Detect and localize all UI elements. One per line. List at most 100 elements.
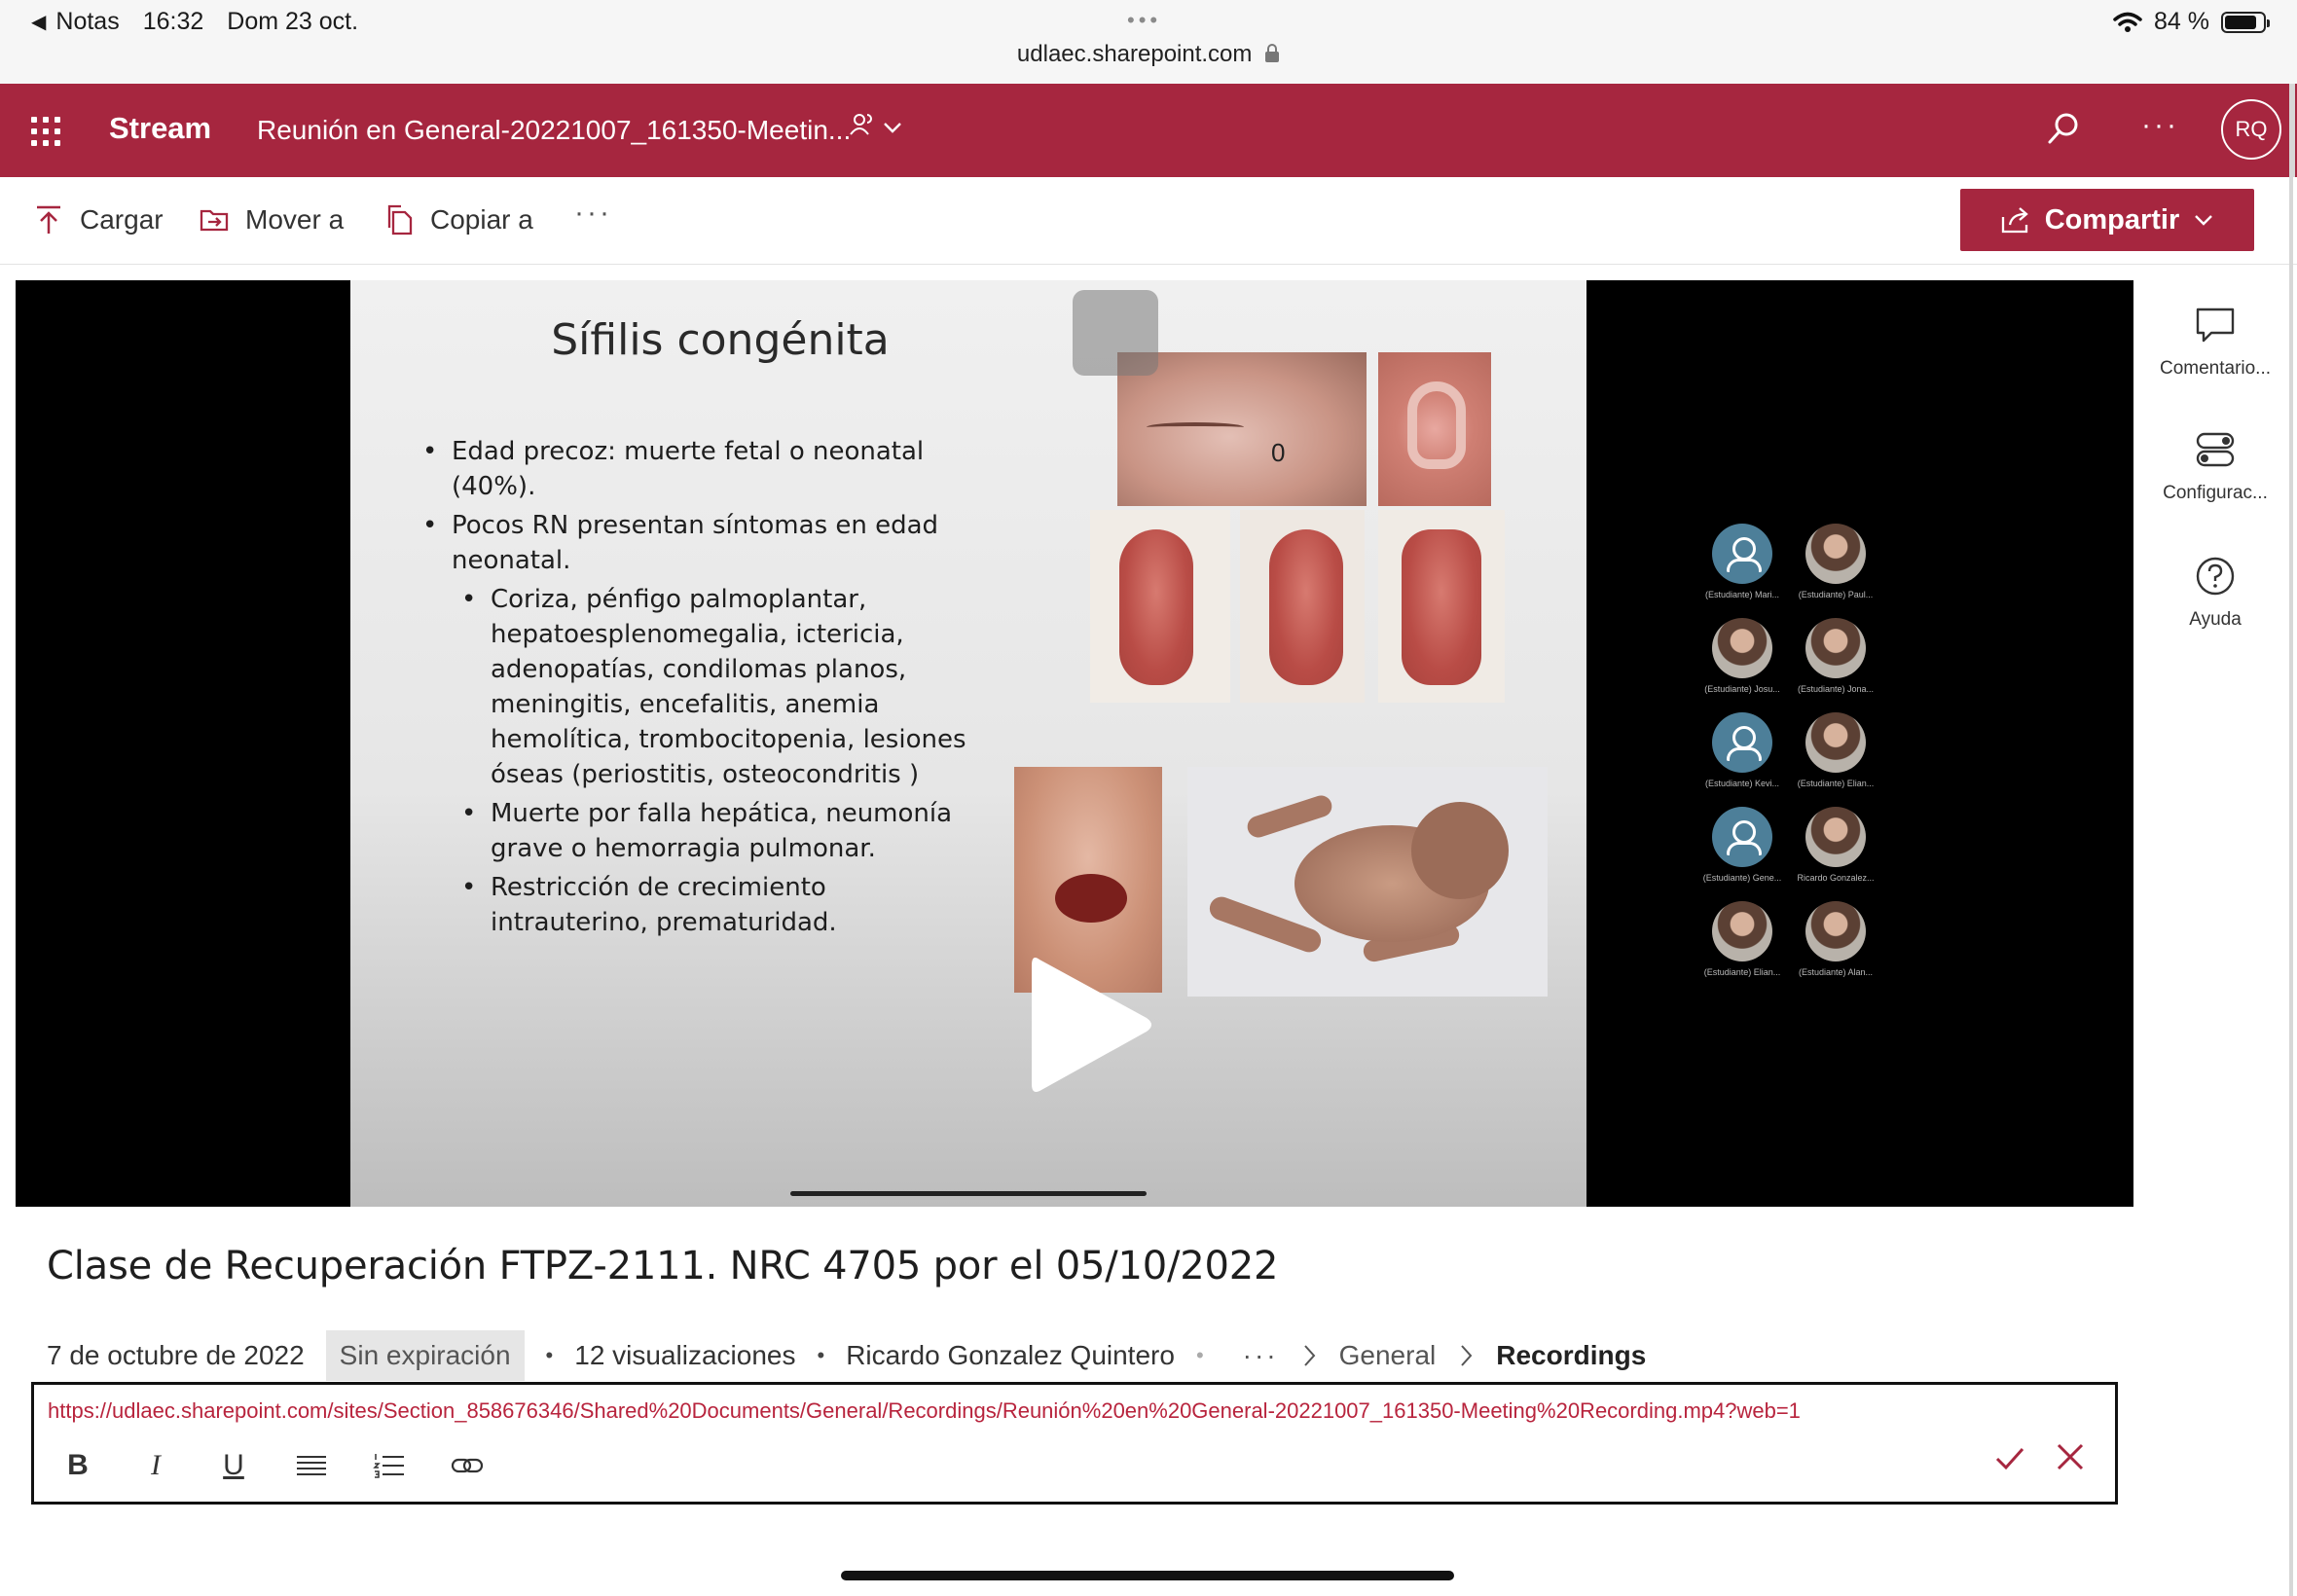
search-icon[interactable] — [2046, 111, 2081, 146]
participant-tile: (Estudiante) Paul... — [1789, 524, 1882, 599]
battery-fill — [2225, 15, 2256, 29]
comments-label: Comentario... — [2159, 358, 2272, 379]
back-app-label[interactable]: Notas — [55, 8, 119, 36]
upload-icon — [37, 205, 60, 234]
participant-avatar — [1712, 618, 1772, 678]
italic-button[interactable]: I — [139, 1449, 172, 1482]
status-time: 16:32 — [142, 8, 204, 35]
shared-people-icon[interactable] — [849, 111, 876, 138]
breadcrumb-general[interactable]: General — [1339, 1340, 1437, 1371]
presentation-slide: Sífilis congénita Edad precoz: muerte fe… — [350, 280, 1586, 1207]
wifi-icon — [2113, 12, 2142, 32]
slide-photo-face: 0 — [1117, 352, 1367, 506]
document-title: Reunión en General-20221007_161350-Meeti… — [257, 115, 852, 145]
video-owner[interactable]: Ricardo Gonzalez Quintero — [846, 1340, 1175, 1371]
participant-avatar — [1805, 524, 1866, 584]
bold-button[interactable]: B — [61, 1449, 94, 1482]
participant-avatar — [1805, 712, 1866, 773]
settings-label: Configurac... — [2163, 483, 2268, 503]
browser-url: udlaec.sharepoint.com — [0, 41, 2297, 68]
breadcrumb-recordings[interactable]: Recordings — [1496, 1340, 1646, 1371]
participant-tile: (Estudiante) Mari... — [1695, 524, 1789, 599]
participant-avatar — [1712, 712, 1772, 773]
slide-sub-bullet: Restricción de crecimiento intrauterino,… — [461, 870, 967, 940]
video-player[interactable]: Sífilis congénita Edad precoz: muerte fe… — [16, 280, 2133, 1207]
settings-button[interactable]: Configurac... — [2133, 428, 2297, 504]
view-count: 12 visualizaciones — [574, 1340, 796, 1370]
participant-tile: (Estudiante) Elian... — [1789, 712, 1882, 788]
share-button[interactable]: Compartir — [1960, 189, 2254, 251]
comment-icon — [2196, 308, 2235, 343]
settings-toggle-icon — [2196, 432, 2235, 467]
loading-indicator — [1073, 290, 1158, 376]
link-button[interactable] — [451, 1449, 484, 1482]
participant-tile: (Estudiante) Alan... — [1789, 901, 1882, 977]
bold-icon: B — [67, 1449, 89, 1481]
status-right: 84 % — [2113, 8, 2270, 36]
participant-avatar — [1712, 807, 1772, 867]
command-bar: Cargar Mover a Copiar a ··· Compartir — [0, 177, 2297, 265]
share-label: Compartir — [2044, 203, 2180, 236]
multitasking-dots-icon[interactable]: ••• — [1127, 8, 1161, 33]
underline-button[interactable]: U — [217, 1449, 250, 1482]
close-icon[interactable] — [2051, 1437, 2090, 1476]
comments-button[interactable]: Comentario... — [2133, 304, 2297, 380]
url-text: udlaec.sharepoint.com — [1016, 41, 1253, 67]
video-title: Clase de Recuperación FTPZ-2111. NRC 470… — [47, 1244, 1279, 1288]
scrollbar[interactable] — [2289, 84, 2293, 1596]
right-pane: Comentario... Configurac... Ayuda — [2133, 265, 2297, 1596]
upload-label: Cargar — [80, 204, 164, 235]
upload-button[interactable]: Cargar — [33, 204, 164, 236]
separator-dot: • — [545, 1343, 554, 1367]
user-avatar[interactable]: RQ — [2221, 99, 2281, 160]
app-header: Stream Reunión en General-20221007_16135… — [0, 84, 2297, 177]
play-icon[interactable] — [1010, 942, 1166, 1107]
link-icon — [451, 1458, 484, 1473]
app-launcher-icon[interactable] — [31, 117, 60, 146]
chevron-right-icon — [1461, 1345, 1473, 1366]
move-icon — [200, 209, 229, 232]
more-options-icon[interactable]: ··· — [2141, 109, 2179, 142]
breadcrumb-more-icon[interactable]: ··· — [1243, 1340, 1279, 1371]
slide-bullet: Pocos RN presentan síntomas en edad neon… — [422, 508, 967, 578]
description-text[interactable]: https://udlaec.sharepoint.com/sites/Sect… — [48, 1398, 1801, 1424]
participant-tile: (Estudiante) Gene... — [1695, 807, 1789, 883]
move-to-button[interactable]: Mover a — [199, 204, 344, 236]
italic-icon: I — [151, 1449, 161, 1481]
back-arrow-icon[interactable]: ◀ — [31, 10, 46, 34]
chevron-right-icon — [1303, 1345, 1315, 1366]
participant-tile: (Estudiante) Kevi... — [1695, 712, 1789, 788]
copy-icon — [387, 204, 413, 236]
expiry-badge[interactable]: Sin expiración — [325, 1330, 525, 1381]
more-commands-icon[interactable]: ··· — [574, 197, 612, 230]
copy-label: Copiar a — [430, 204, 533, 235]
photo-label: 0 — [1271, 438, 1286, 467]
slide-photo-infant — [1187, 767, 1548, 997]
app-name[interactable]: Stream — [109, 111, 211, 146]
slide-title: Sífilis congénita — [551, 315, 890, 365]
bullet-list-icon — [297, 1456, 326, 1475]
checkmark-icon[interactable] — [1990, 1439, 2029, 1478]
status-left: ◀ Notas 16:32 Dom 23 oct. — [31, 8, 358, 36]
copy-to-button[interactable]: Copiar a — [383, 204, 533, 236]
chevron-down-icon[interactable] — [882, 119, 903, 136]
editor-toolbar: B I U — [61, 1449, 484, 1482]
bullet-list-button[interactable] — [295, 1449, 328, 1482]
separator-dot: • — [1195, 1343, 1204, 1367]
video-progress-bar[interactable] — [790, 1191, 1147, 1196]
lock-icon — [1265, 44, 1280, 62]
status-date: Dom 23 oct. — [227, 8, 359, 35]
help-button[interactable]: Ayuda — [2133, 555, 2297, 631]
chevron-down-icon — [2195, 215, 2213, 226]
participant-avatar — [1712, 901, 1772, 961]
help-label: Ayuda — [2189, 609, 2242, 630]
participant-tile: (Estudiante) Jona... — [1789, 618, 1882, 694]
battery-percent: 84 % — [2154, 8, 2209, 35]
numbered-list-button[interactable] — [373, 1449, 406, 1482]
description-editor[interactable]: https://udlaec.sharepoint.com/sites/Sect… — [31, 1382, 2118, 1505]
separator-dot: • — [817, 1343, 825, 1367]
video-date: 7 de octubre de 2022 — [47, 1340, 305, 1370]
participant-avatar — [1805, 618, 1866, 678]
numbered-list-icon — [373, 1454, 404, 1478]
home-indicator[interactable] — [841, 1571, 1454, 1580]
